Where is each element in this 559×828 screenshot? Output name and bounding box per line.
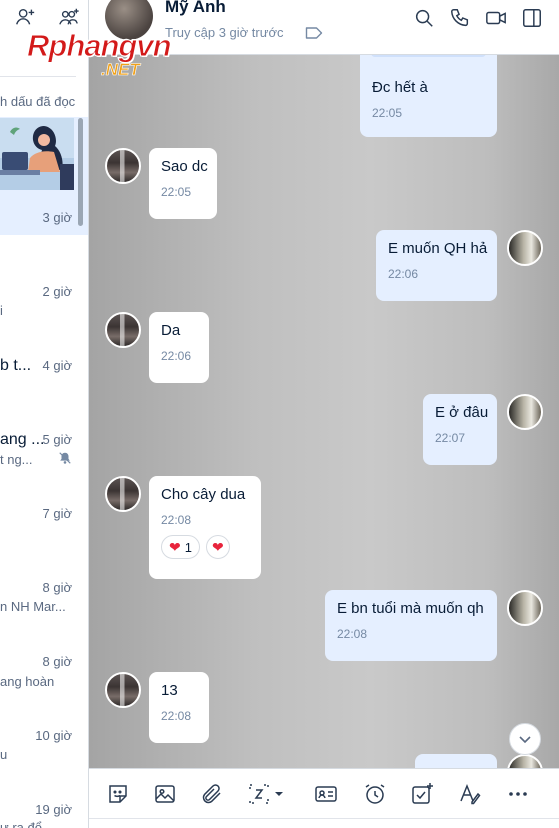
conversation-list: h dấu đã đọc 3 giờ 2 giờ i b t... 4 giờ … <box>0 0 89 828</box>
muted-bell-icon <box>59 452 71 464</box>
task-icon[interactable] <box>409 781 435 807</box>
message-text: E muốn QH hả <box>388 240 488 257</box>
list-item-snippet: ư ra đổ <box>0 820 42 828</box>
list-item-snippet: ang hoàn <box>0 674 55 689</box>
format-text-icon[interactable] <box>457 781 483 807</box>
message-text: Da <box>161 322 181 339</box>
list-item-snippet: n NH Mar... <box>0 599 66 614</box>
list-item-time: 4 giờ <box>42 358 73 373</box>
list-item-title: ang ... <box>0 431 45 448</box>
search-icon[interactable] <box>413 7 435 34</box>
message-bubble-incoming[interactable]: Sao dc 22:05 <box>149 148 217 219</box>
header-actions <box>413 7 543 34</box>
list-item-time: 2 giờ <box>42 284 73 299</box>
contact-card-icon[interactable] <box>313 781 339 807</box>
my-avatar[interactable] <box>507 590 543 626</box>
add-friend-icon[interactable] <box>14 6 36 33</box>
list-item-time: 19 giờ <box>35 802 72 817</box>
list-item-time: 8 giờ <box>42 654 73 669</box>
phone-call-icon[interactable] <box>449 7 471 34</box>
toggle-info-panel-icon[interactable] <box>521 7 543 34</box>
message-time: 22:08 <box>161 513 192 527</box>
chat-header: Mỹ Anh Truy cập 3 giờ trước <box>89 0 559 55</box>
message-time: 22:05 <box>161 185 192 199</box>
message-time: 22:05 <box>372 106 403 120</box>
message-bubble-incoming[interactable]: 13 22:08 <box>149 672 209 743</box>
quoted-message-bar <box>371 55 486 57</box>
message-text: Sao dc <box>161 158 208 175</box>
message-time: 22:08 <box>337 627 368 641</box>
list-item-snippet: i <box>0 303 3 318</box>
composer-toolbar <box>89 768 559 818</box>
message-time: 22:07 <box>435 431 466 445</box>
list-item-snippet: u <box>0 747 8 762</box>
message-bubble-outgoing[interactable]: E ở đâu 22:07 <box>423 394 497 465</box>
tag-icon[interactable] <box>305 26 323 40</box>
list-item-time: 5 giờ <box>42 432 73 447</box>
message-input[interactable] <box>89 818 559 828</box>
contact-name[interactable]: Mỹ Anh <box>165 0 226 17</box>
my-avatar[interactable] <box>507 230 543 266</box>
message-time: 22:08 <box>161 709 192 723</box>
sender-avatar[interactable] <box>105 312 141 348</box>
sender-avatar[interactable] <box>105 148 141 184</box>
more-icon[interactable] <box>505 781 531 807</box>
list-item-time: 10 giờ <box>35 728 72 743</box>
message-bubble-outgoing[interactable]: Đc hết à 22:05 <box>360 55 497 137</box>
message-bubble-outgoing[interactable]: E bn tuổi mà muốn qh 22:08 <box>325 590 497 661</box>
message-text: 13 <box>161 682 178 699</box>
message-bubble-outgoing[interactable]: E muốn QH hả 22:06 <box>376 230 497 301</box>
list-item-time: 8 giờ <box>42 580 73 595</box>
reaction-count: 1 <box>184 539 192 555</box>
contact-avatar[interactable] <box>105 0 153 40</box>
reaction-chip[interactable]: ❤ 1 <box>161 535 200 559</box>
last-seen-status: Truy cập 3 giờ trước <box>165 25 284 40</box>
list-item-title: b t... <box>0 357 32 374</box>
message-bubble-incoming[interactable]: Cho cây dua 22:08 ❤ 1 ❤ <box>149 476 261 579</box>
message-bubble-incoming[interactable]: Da 22:06 <box>149 312 209 383</box>
message-area[interactable]: Đc hết à 22:05 Sao dc 22:05 E muốn QH hả… <box>89 55 559 768</box>
sidebar-actions <box>14 6 80 33</box>
screenshot-icon[interactable] <box>247 781 287 807</box>
video-call-icon[interactable] <box>485 7 507 34</box>
chevron-down-icon <box>519 736 531 744</box>
list-item-time: 7 giờ <box>42 506 73 521</box>
heart-icon: ❤ <box>169 539 181 555</box>
message-text: Đc hết à <box>372 79 428 96</box>
message-time: 22:06 <box>388 267 419 281</box>
mark-read-link[interactable]: h dấu đã đọc <box>0 94 75 109</box>
message-text: E ở đâu <box>435 404 489 421</box>
conversation-thumbnail <box>0 118 74 190</box>
reminder-icon[interactable] <box>362 781 388 807</box>
attachment-icon[interactable] <box>199 781 225 807</box>
create-group-icon[interactable] <box>58 6 80 33</box>
heart-icon: ❤ <box>211 539 224 555</box>
my-avatar[interactable] <box>507 394 543 430</box>
illustration-image <box>0 118 74 190</box>
message-text: Cho cây dua <box>161 486 246 503</box>
scroll-to-bottom-button[interactable] <box>509 723 541 755</box>
list-item-time: 3 giờ <box>42 210 73 225</box>
message-text: E bn tuổi mà muốn qh <box>337 600 484 617</box>
sidebar-divider <box>0 76 76 77</box>
sender-avatar[interactable] <box>105 672 141 708</box>
list-item-snippet: t ng... <box>0 452 33 467</box>
add-reaction-button[interactable]: ❤ <box>205 535 230 559</box>
message-bubble-outgoing[interactable] <box>415 754 497 768</box>
image-icon[interactable] <box>152 781 178 807</box>
my-avatar[interactable] <box>507 754 543 768</box>
sidebar-scrollbar[interactable] <box>78 118 83 226</box>
message-time: 22:06 <box>161 349 192 363</box>
sticker-icon[interactable] <box>105 781 131 807</box>
reaction-bar: ❤ 1 ❤ <box>161 535 249 559</box>
sender-avatar[interactable] <box>105 476 141 512</box>
